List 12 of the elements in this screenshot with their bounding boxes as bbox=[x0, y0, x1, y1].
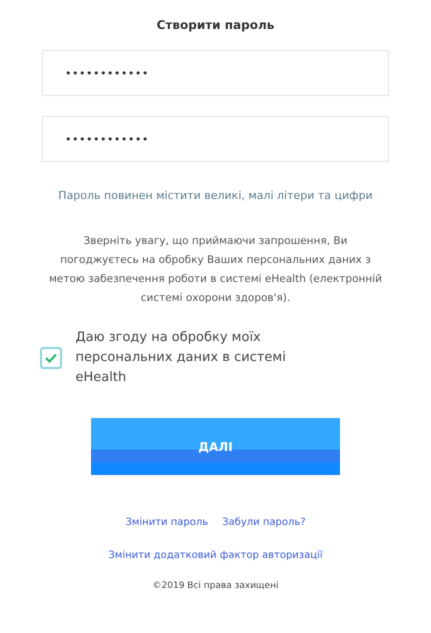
password-hint: Пароль повинен містити великі, малі літери та цифри bbox=[57, 188, 374, 204]
password-field[interactable]: •••••••••••• bbox=[42, 116, 389, 162]
check-icon bbox=[44, 353, 56, 363]
copyright-text: ©2019 Всі права захищені bbox=[152, 581, 278, 591]
consent-label: Даю згоду на обробку моїх персональних даних в системі eHealth bbox=[76, 329, 287, 387]
link[interactable]: Забули пароль? bbox=[222, 517, 306, 528]
consent-notice: Зверніть увагу, що приймаючи запрошення, Ви погоджуєтесь на обробку Ваших персональних даних з метою забезпечення роботи в системі eHealth (електронній системі охорони здоров'я). bbox=[48, 234, 383, 306]
page-title: Створити пароль bbox=[156, 18, 274, 32]
consent-checkbox[interactable] bbox=[40, 347, 62, 369]
password-field[interactable]: •••••••••••• bbox=[42, 50, 389, 96]
link[interactable]: Змінити пароль bbox=[125, 517, 208, 528]
link[interactable]: Змінити додатковий фактор авторизації bbox=[108, 550, 323, 561]
